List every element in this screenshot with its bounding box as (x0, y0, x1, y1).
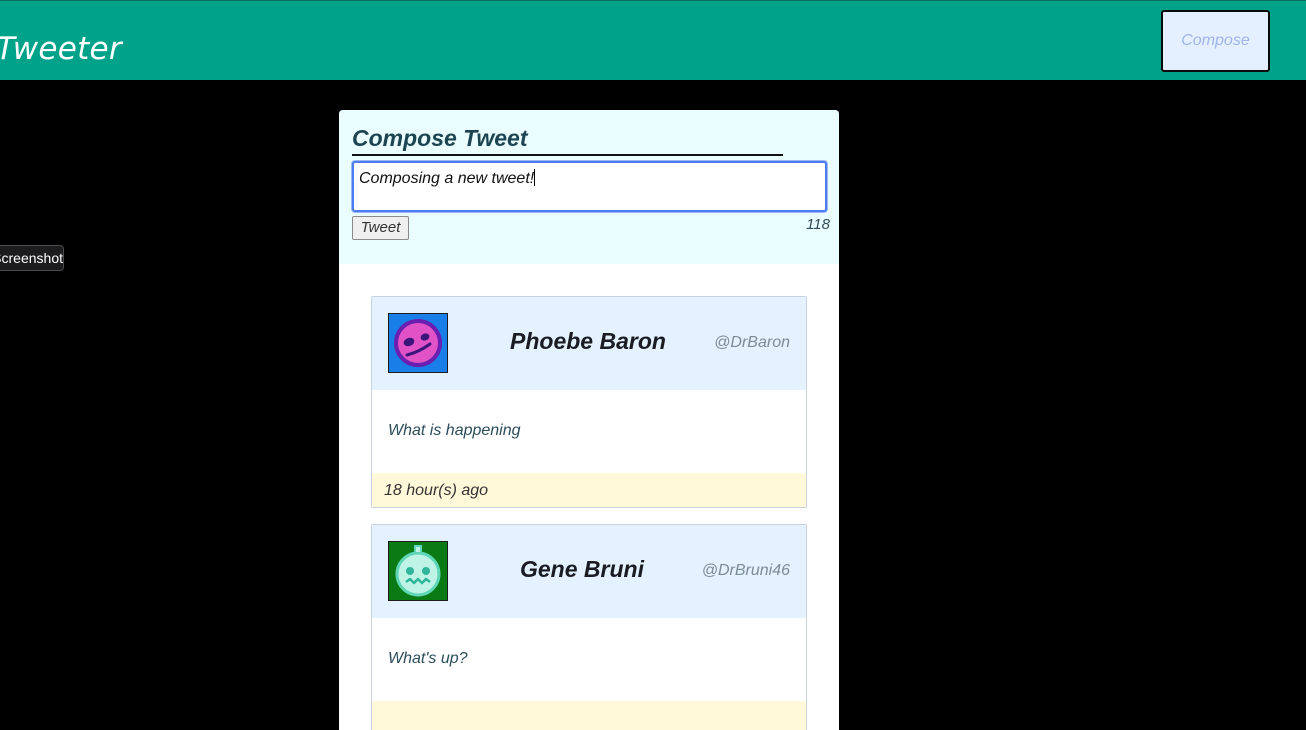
compose-title: Compose Tweet (352, 124, 783, 156)
tweet-author-handle: @DrBruni46 (701, 562, 790, 579)
tweet-textarea[interactable]: Composing a new tweet! (352, 161, 827, 212)
tweet-submit-button[interactable]: Tweet (352, 216, 409, 240)
tweet-body: What is happening (372, 390, 806, 473)
grimace-robot-face-icon (388, 541, 448, 601)
tooltip-label: Screenshot (0, 250, 63, 266)
app-brand[interactable]: Tweeter (0, 29, 122, 69)
compose-button[interactable]: Compose (1161, 10, 1270, 72)
top-nav: Tweeter Compose (0, 0, 1306, 80)
tweet-footer: 18 hour(s) ago (372, 473, 806, 507)
tweet-text: What's up? (388, 650, 468, 667)
tweet-card: Gene Bruni @DrBruni46 What's up? (371, 524, 807, 730)
tweet-timestamp: 18 hour(s) ago (384, 482, 489, 499)
text-caret (534, 169, 536, 186)
tweet-text: What is happening (388, 422, 521, 439)
main-container: Compose Tweet Composing a new tweet! Twe… (339, 110, 839, 730)
tweet-textarea-value: Composing a new tweet! (359, 170, 535, 187)
tweet-author-handle: @DrBaron (714, 334, 790, 351)
tweet-author-name: Gene Bruni (520, 556, 644, 582)
char-counter: 118 (806, 216, 830, 233)
compose-panel: Compose Tweet Composing a new tweet! Twe… (339, 110, 839, 264)
worried-face-icon (388, 313, 448, 373)
tweet-body: What's up? (372, 618, 806, 701)
tweet-header: Phoebe Baron @DrBaron (372, 297, 806, 390)
tweet-header: Gene Bruni @DrBruni46 (372, 525, 806, 618)
screenshot-tooltip: Screenshot (0, 245, 64, 271)
tweet-card: Phoebe Baron @DrBaron What is happening … (371, 296, 807, 508)
tweet-footer (372, 701, 806, 730)
tweet-author-name: Phoebe Baron (510, 328, 666, 354)
